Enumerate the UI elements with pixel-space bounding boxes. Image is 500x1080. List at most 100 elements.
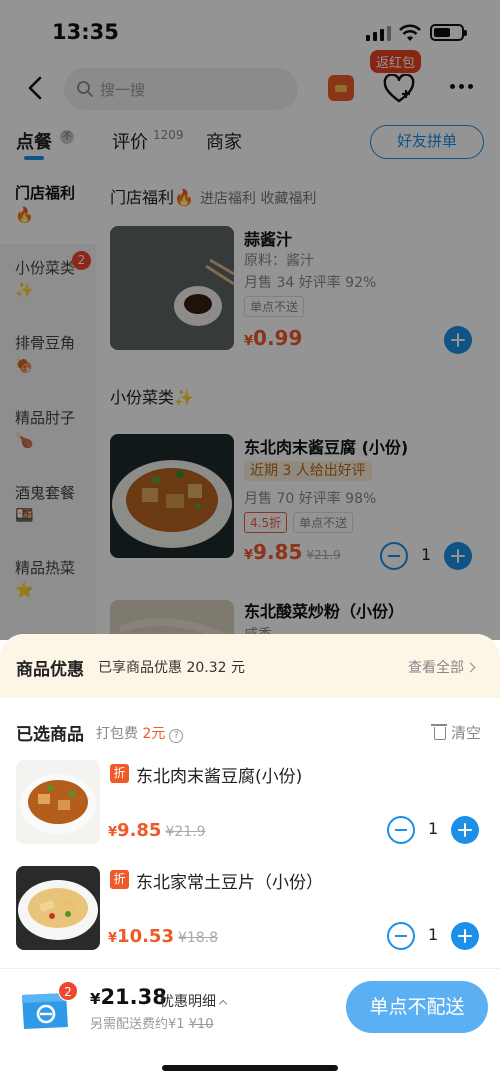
quantity-value: 1 [428,819,439,838]
packing-fee: 打包费 2元? [96,723,184,743]
price-currency: ¥ [90,990,101,1008]
discount-detail-label: 优惠明细 [160,994,216,1010]
sidebar-item-small-dishes[interactable]: 小份菜类 ✨ 2 [0,245,96,319]
increase-quantity-button[interactable] [451,816,479,844]
sidebar-item-store-welfare[interactable]: 门店福利 🔥 [0,170,96,244]
chevron-up-icon [218,999,228,1009]
original-price: ¥18.8 [177,930,219,946]
sidebar-item-label: 小份菜类 [15,259,76,277]
packing-fee-label: 打包费 [96,726,138,742]
total-value: 21.38 [100,985,167,1009]
group-order-button[interactable]: 好友拼单 [370,125,484,159]
clear-label: 清空 [451,724,482,742]
food-price: ¥0.99 [244,326,302,350]
food-ingredients: 原料：酱汁 [244,253,314,269]
discount-detail-link[interactable]: 优惠明细 [160,991,228,1011]
fire-icon: 🔥 [15,206,34,224]
discount-tag: 4.5折 [244,512,288,533]
delivery-fee-note: 另需配送费约¥1 ¥10 [90,1013,214,1032]
back-arrow-icon[interactable] [26,76,46,100]
drumstick-icon: 🍗 [15,431,34,449]
sidebar-item-hot-dishes[interactable]: 精品热菜 ⭐ [0,545,96,619]
cart-count-badge: 2 [58,981,78,1001]
food-price: ¥9.85 ¥21.9 [244,540,341,564]
quantity-value: 1 [428,925,439,944]
sidebar-item-pork-knuckle[interactable]: 精品肘子 🍗 [0,395,96,469]
star-icon: ⭐ [15,581,34,599]
tab-active-indicator [24,156,44,160]
battery-icon [430,24,467,41]
status-bar: 13:35 [0,0,500,62]
chevron-right-icon [465,662,476,673]
sidebar-item-label: 精品热菜 [15,559,76,577]
sidebar-item-label: 排骨豆角 [15,334,76,352]
cart-item-price: ¥9.85 ¥21.9 [108,820,206,841]
section-title-welfare: 门店福利🔥 进店福利 收藏福利 [110,184,316,208]
help-icon[interactable]: ? [169,729,184,743]
cart-item-image [16,760,100,844]
clear-cart-button[interactable]: 清空 [431,722,482,743]
price-currency: ¥ [244,334,254,349]
search-box[interactable]: 搜一搜 [64,68,298,110]
price-currency: ¥ [108,825,118,840]
original-price: ¥21.9 [306,548,341,562]
view-all-label: 查看全部 [408,660,464,676]
delivery-fee-original: ¥10 [188,1017,214,1032]
restaurant-menu-page: 13:35 搜一搜 返红包 点餐 不 评价 1209 商家 好友拼单 门店福利 … [0,0,500,1080]
sidebar-item-drinker-set[interactable]: 酒鬼套餐 🍱 [0,470,96,544]
increase-quantity-button[interactable] [451,922,479,950]
tab-review[interactable]: 评价 [112,128,148,154]
checkout-bar: 2 ¥21.38 优惠明细 另需配送费约¥1 ¥10 单点不配送 [0,968,500,1080]
search-placeholder: 搜一搜 [100,81,146,99]
home-indicator[interactable] [162,1065,338,1071]
sidebar-item-label: 精品肘子 [15,409,76,427]
trash-icon [431,724,447,740]
cart-item-name: 东北家常土豆片（小份） [136,873,323,893]
red-packet-icon[interactable] [328,75,354,101]
delivery-fee-text: 另需配送费约¥1 [90,1017,185,1032]
food-image-garlic-sauce[interactable] [110,226,234,350]
food-image-tofu[interactable] [110,434,234,558]
decrease-quantity-button[interactable] [387,816,415,844]
increase-quantity-button[interactable] [444,542,472,570]
tab-order-badge: 不 [60,130,74,144]
bento-icon: 🍱 [15,506,34,524]
view-all-link[interactable]: 查看全部 [408,657,476,677]
sidebar-item-ribs-beans[interactable]: 排骨豆角 🍖 [0,320,96,394]
price-value: 10.53 [117,926,174,947]
cart-item-name: 东北肉末酱豆腐(小份) [136,767,303,787]
no-delivery-tag: 单点不送 [244,296,305,317]
tab-merchant[interactable]: 商家 [206,128,242,154]
checkout-button[interactable]: 单点不配送 [346,981,488,1033]
cart-item: 折 东北肉末酱豆腐(小份) ¥9.85 ¥21.9 1 [0,760,500,850]
cart-item-image [16,866,100,950]
cart-item: 折 东北家常土豆片（小份） ¥10.53 ¥18.8 1 [0,866,500,956]
food-name[interactable]: 东北肉末酱豆腐 (小份) [244,434,408,458]
quantity-value: 1 [421,545,432,564]
decrease-quantity-button[interactable] [380,542,408,570]
decrease-quantity-button[interactable] [387,922,415,950]
cart-item-price: ¥10.53 ¥18.8 [108,926,218,947]
more-options-icon[interactable] [450,84,473,89]
sidebar-item-label: 酒鬼套餐 [15,484,76,502]
price-value: 9.85 [253,540,303,564]
discount-icon: 折 [110,764,129,783]
tab-order[interactable]: 点餐 [16,128,52,154]
meat-icon: 🍖 [15,356,34,374]
cart-total: ¥21.38 [90,985,167,1009]
food-name[interactable]: 东北酸菜炒粉（小份） [244,598,404,622]
price-currency: ¥ [244,548,254,563]
food-stats: 月售 70 好评率 98% [244,491,377,507]
favorite-heart-icon[interactable] [382,74,416,104]
food-tags: 单点不送 [244,296,310,317]
tab-bar: 点餐 不 评价 1209 商家 好友拼单 [0,122,500,166]
price-currency: ¥ [108,931,118,946]
promo-title: 商品优惠 [16,660,84,680]
food-name[interactable]: 蒜酱汁 [244,226,292,250]
add-to-cart-button[interactable] [444,326,472,354]
status-time: 13:35 [52,20,119,44]
selected-items-title: 已选商品 [16,725,84,745]
original-price: ¥21.9 [165,824,206,840]
search-icon [77,81,93,97]
price-value: 9.85 [117,820,162,841]
